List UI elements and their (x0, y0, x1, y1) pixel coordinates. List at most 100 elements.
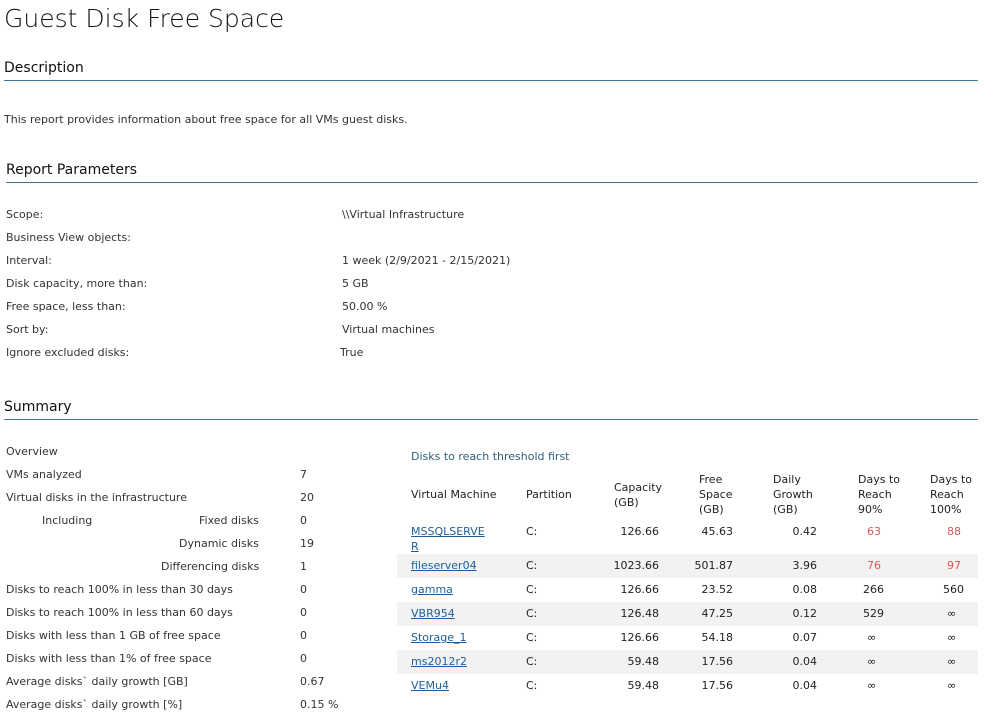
header-days-100: Days to Reach 100% (930, 472, 972, 517)
header-d100-line1: Days to (930, 473, 972, 486)
free-cell: 501.87 (694, 559, 734, 572)
summary-row-value: 0 (300, 606, 307, 619)
free-cell: 47.25 (701, 607, 734, 620)
growth-cell: 0.08 (792, 583, 818, 596)
partition-cell: C: (526, 525, 538, 538)
days-90-cell: ∞ (867, 679, 877, 692)
header-days-90: Days to Reach 90% (858, 472, 900, 517)
param-label: Business View objects: (6, 231, 131, 244)
capacity-cell: 126.66 (620, 631, 660, 644)
header-free-line3: (GB) (699, 503, 724, 516)
table-row: ms2012r2 C: 59.48 17.56 0.04 ∞ ∞ (397, 650, 978, 674)
growth-cell: 0.12 (792, 607, 818, 620)
days-100-cell: 88 (947, 525, 961, 538)
days-90-cell: ∞ (867, 631, 877, 644)
table-row: VBR954 C: 126.48 47.25 0.12 529 ∞ (397, 602, 978, 626)
page-title: Guest Disk Free Space (4, 4, 285, 33)
capacity-cell: 1023.66 (613, 559, 660, 572)
growth-cell: 3.96 (792, 559, 818, 572)
vm-link-wrap[interactable]: R (411, 539, 485, 554)
header-capacity-line1: Capacity (614, 481, 663, 494)
table-row: Storage_1 C: 126.66 54.18 0.07 ∞ ∞ (397, 626, 978, 650)
partition-cell: C: (526, 607, 538, 620)
param-value: 1 week (2/9/2021 - 2/15/2021) (342, 254, 511, 267)
param-label: Scope: (6, 208, 44, 221)
param-value: 5 GB (342, 277, 369, 290)
header-growth-line1: Daily (773, 473, 801, 486)
days-100-cell: ∞ (947, 679, 957, 692)
header-growth-line3: (GB) (773, 503, 798, 516)
summary-row-label: Average disks` daily growth [%] (6, 698, 183, 711)
dynamic-disks-value: 19 (300, 537, 314, 550)
partition-cell: C: (526, 679, 538, 692)
header-d90-line3: 90% (858, 503, 883, 516)
summary-row-label: Disks to reach 100% in less than 60 days (6, 606, 233, 619)
vm-cell: MSSQLSERVE R (411, 524, 485, 554)
days-100-cell: 560 (943, 583, 964, 596)
days-90-cell: 76 (867, 559, 881, 572)
vm-link[interactable]: fileserver04 (411, 559, 477, 572)
virtual-disks-label: Virtual disks in the infrastructure (6, 491, 187, 504)
free-cell: 17.56 (701, 655, 734, 668)
header-free-line2: Space (699, 488, 733, 501)
description-text: This report provides information about f… (4, 113, 408, 126)
param-label: Free space, less than: (6, 300, 126, 313)
differencing-disks-label: Differencing disks (161, 560, 260, 573)
header-d100-line3: 100% (930, 503, 962, 516)
differencing-disks-value: 1 (300, 560, 307, 573)
param-label: Interval: (6, 254, 52, 267)
days-100-cell: ∞ (947, 607, 957, 620)
param-label: Disk capacity, more than: (6, 277, 148, 290)
table-row: MSSQLSERVE R C: 126.66 45.63 0.42 63 88 (397, 520, 978, 554)
including-label: Including (42, 514, 93, 527)
header-partition: Partition (526, 488, 572, 501)
days-100-cell: 97 (947, 559, 961, 572)
fixed-disks-value: 0 (300, 514, 307, 527)
partition-cell: C: (526, 559, 538, 572)
summary-row-label: Disks with less than 1 GB of free space (6, 629, 221, 642)
partition-cell: C: (526, 631, 538, 644)
summary-row-value: 0.67 (300, 675, 325, 688)
vms-analyzed-label: VMs analyzed (6, 468, 82, 481)
vm-link[interactable]: ms2012r2 (411, 655, 467, 668)
growth-cell: 0.04 (792, 655, 818, 668)
days-90-cell: 266 (863, 583, 884, 596)
virtual-disks-value: 20 (300, 491, 314, 504)
overview-label: Overview (6, 445, 58, 458)
growth-cell: 0.42 (792, 525, 818, 538)
table-row: VEMu4 C: 59.48 17.56 0.04 ∞ ∞ (397, 674, 978, 698)
vm-link[interactable]: gamma (411, 583, 453, 596)
summary-row-label: Average disks` daily growth [GB] (6, 675, 188, 688)
header-capacity: Capacity (GB) (614, 480, 662, 510)
param-label: Ignore excluded disks: (6, 346, 130, 359)
fixed-disks-label: Fixed disks (199, 514, 259, 527)
capacity-cell: 126.66 (620, 525, 660, 538)
vms-analyzed-value: 7 (300, 468, 307, 481)
capacity-cell: 59.48 (627, 655, 660, 668)
param-value: \\Virtual Infrastructure (342, 208, 465, 221)
summary-header: Summary (4, 399, 978, 420)
vm-link[interactable]: Storage_1 (411, 631, 467, 644)
days-90-cell: 63 (867, 525, 881, 538)
header-free-line1: Free (699, 473, 723, 486)
free-cell: 54.18 (701, 631, 734, 644)
summary-row-value: 0 (300, 583, 307, 596)
header-d90-line1: Days to (858, 473, 900, 486)
vm-link[interactable]: VEMu4 (411, 679, 449, 692)
free-cell: 23.52 (701, 583, 734, 596)
disks-table-caption: Disks to reach threshold first (411, 450, 570, 463)
header-d90-line2: Reach (858, 488, 892, 501)
header-growth-line2: Growth (773, 488, 813, 501)
parameters-header: Report Parameters (6, 162, 978, 183)
vm-link[interactable]: MSSQLSERVE (411, 524, 485, 539)
param-value: 50.00 % (342, 300, 388, 313)
partition-cell: C: (526, 583, 538, 596)
days-100-cell: ∞ (947, 655, 957, 668)
table-row: gamma C: 126.66 23.52 0.08 266 560 (397, 578, 978, 602)
header-d100-line2: Reach (930, 488, 964, 501)
vm-link[interactable]: VBR954 (411, 607, 455, 620)
header-free-space: Free Space (GB) (699, 472, 733, 517)
summary-row-value: 0 (300, 629, 307, 642)
header-virtual-machine: Virtual Machine (411, 488, 497, 501)
summary-row-value: 0.15 % (300, 698, 339, 711)
